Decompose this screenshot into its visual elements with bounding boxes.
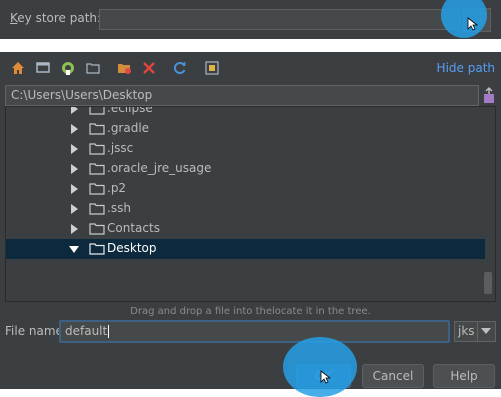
- keystore-strip: Key store path:: [0, 0, 501, 39]
- expand-arrow-icon[interactable]: [69, 124, 79, 134]
- extension-value: jks: [458, 324, 475, 338]
- tree-item-label: .oracle_jre_usage: [107, 161, 212, 175]
- mouse-cursor-icon: [467, 17, 479, 31]
- folder-icon: [89, 203, 105, 215]
- file-name-label: File name:: [5, 324, 67, 338]
- show-hidden-icon[interactable]: [203, 59, 221, 77]
- collapse-arrow-icon[interactable]: [69, 244, 79, 254]
- file-chooser-dialog: Hide path C:\Users\Users\Desktop .eclips…: [0, 52, 501, 397]
- file-name-input[interactable]: default: [59, 320, 450, 343]
- expand-arrow-icon[interactable]: [69, 106, 79, 114]
- path-field[interactable]: C:\Users\Users\Desktop: [5, 85, 479, 106]
- tree-item-selected[interactable]: Desktop: [6, 239, 485, 259]
- keystore-path-label: Key store path:: [10, 11, 102, 25]
- tree-item[interactable]: .eclipse: [6, 106, 485, 119]
- tree-item[interactable]: .jssc: [6, 139, 485, 159]
- folder-icon: [89, 243, 105, 255]
- tree-item[interactable]: .ssh: [6, 199, 485, 219]
- file-name-value: default: [65, 324, 108, 338]
- expand-arrow-icon[interactable]: [69, 224, 79, 234]
- tree-scrollbar[interactable]: [484, 272, 492, 294]
- home-icon[interactable]: [9, 59, 27, 77]
- tree-item[interactable]: Contacts: [6, 219, 485, 239]
- expand-arrow-icon[interactable]: [69, 144, 79, 154]
- tree-item-label: Contacts: [107, 221, 160, 235]
- extension-dropdown[interactable]: jks: [454, 321, 496, 342]
- chevron-down-icon[interactable]: [481, 328, 491, 334]
- help-button[interactable]: Help: [433, 364, 495, 388]
- tree-item-label: .gradle: [107, 121, 150, 135]
- folder-icon: [89, 183, 105, 195]
- tree-item-label: .p2: [107, 181, 127, 195]
- mouse-cursor-icon: [320, 370, 332, 384]
- android-icon[interactable]: [59, 59, 77, 77]
- cancel-button[interactable]: Cancel: [362, 364, 424, 388]
- tree-item[interactable]: .gradle: [6, 119, 485, 139]
- tree-item-label: .eclipse: [107, 106, 153, 115]
- expand-arrow-icon[interactable]: [69, 164, 79, 174]
- tree-item-label: .jssc: [107, 141, 134, 155]
- folder-icon: [89, 163, 105, 175]
- new-folder-icon[interactable]: [115, 59, 133, 77]
- folder-icon: [89, 107, 105, 115]
- keystore-path-field[interactable]: [99, 9, 460, 30]
- dropdown-separator: [477, 322, 478, 341]
- tree-item-label: .ssh: [107, 201, 131, 215]
- desktop-icon[interactable]: [34, 59, 52, 77]
- folder-icon: [89, 143, 105, 155]
- file-tree[interactable]: .eclipse .gradle .jssc .oracle_jre_usage…: [5, 106, 496, 302]
- separator-gap: [0, 39, 501, 52]
- path-history-icon[interactable]: [481, 85, 497, 106]
- refresh-icon[interactable]: [171, 59, 189, 77]
- text-caret: [108, 325, 110, 338]
- expand-arrow-icon[interactable]: [69, 204, 79, 214]
- folder-icon: [89, 123, 105, 135]
- tree-item[interactable]: .p2: [6, 179, 485, 199]
- tree-item[interactable]: .oracle_jre_usage: [6, 159, 485, 179]
- hide-path-link[interactable]: Hide path: [437, 61, 495, 75]
- project-folder-icon[interactable]: [84, 59, 102, 77]
- delete-icon[interactable]: [140, 59, 158, 77]
- expand-arrow-icon[interactable]: [69, 184, 79, 194]
- tree-item-label: Desktop: [107, 241, 157, 255]
- drag-drop-hint: Drag and drop a file into thelocate it i…: [130, 306, 371, 317]
- folder-icon: [89, 223, 105, 235]
